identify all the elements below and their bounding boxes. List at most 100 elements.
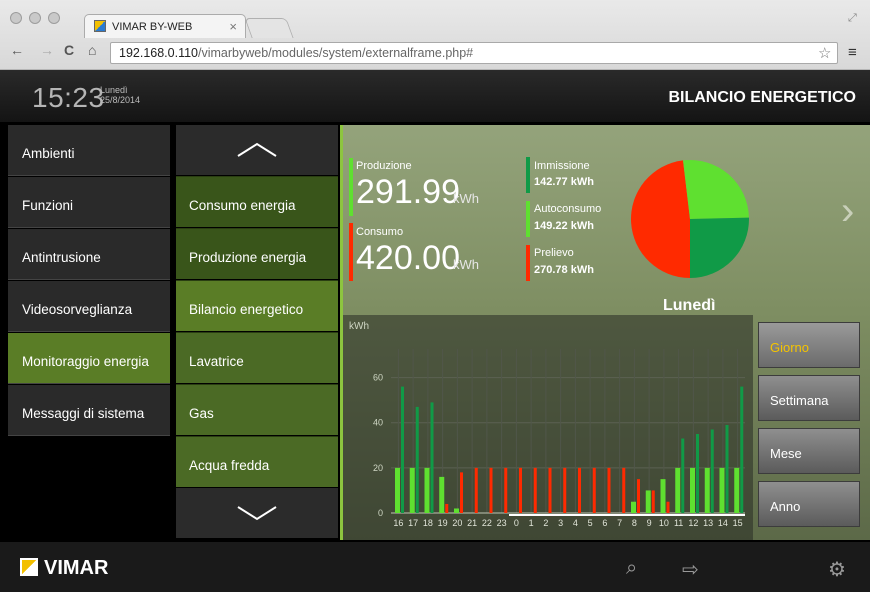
hourly-chart-area: kWh 0 20 40 60 16 17 18 19 20 21 22 23 0 1 2 3 4 5 6 7 8 9 10 11… <box>343 315 753 540</box>
menu-item-messaggi-di-sistema[interactable]: Messaggi di sistema <box>8 385 170 436</box>
period-button-anno[interactable]: Anno <box>758 481 860 527</box>
bar-autoconsumo <box>704 467 710 513</box>
immissione-label: Immissione <box>534 160 590 172</box>
bar-autoconsumo <box>645 490 651 513</box>
x-tick-label: 16 <box>393 518 403 528</box>
submenu-item-gas[interactable]: Gas <box>176 384 338 435</box>
bar-prelievo <box>445 503 449 513</box>
bar-autoconsumo <box>734 467 740 513</box>
zoom-window-button[interactable] <box>48 12 60 24</box>
submenu-item-acqua-fredda[interactable]: Acqua fredda <box>176 436 338 487</box>
menu-item-videosorveglianza[interactable]: Videosorveglianza <box>8 281 170 332</box>
bar-prelievo <box>519 467 522 513</box>
x-tick-label: 9 <box>647 518 652 528</box>
x-tick-label: 8 <box>632 518 637 528</box>
x-tick-label: 14 <box>718 518 728 528</box>
x-tick-label: 18 <box>423 518 433 528</box>
pie-slice-autoconsumo <box>683 160 749 219</box>
consumo-bar <box>349 223 353 281</box>
chevron-down-icon <box>237 506 277 521</box>
x-tick-label: 6 <box>602 518 607 528</box>
bar-autoconsumo <box>631 501 636 513</box>
hourly-bar-chart: kWh020406016 17 18 19 20 21 22 23 0 1 2 3 4 5 6 7 8 9 10 11… <box>349 321 745 528</box>
scroll-down-button[interactable] <box>176 488 338 538</box>
fullscreen-icon[interactable]: ⤢ <box>848 12 857 25</box>
close-tab-icon[interactable]: × <box>229 19 237 34</box>
export-icon[interactable]: ⇨ <box>682 557 699 582</box>
vimar-app: 15:23 Lunedì 25/8/2014 BILANCIO ENERGETI… <box>0 70 870 592</box>
x-tick-label: 12 <box>688 518 698 528</box>
vimar-logo-icon <box>20 558 38 576</box>
autoconsumo-bar <box>526 201 530 237</box>
bar-autoconsumo <box>675 467 681 513</box>
consumo-label: Consumo <box>356 226 404 238</box>
clock-time: 15:23 <box>32 82 105 113</box>
browser-menu-icon[interactable]: ≡ <box>848 44 857 61</box>
close-window-button[interactable] <box>10 12 22 24</box>
new-tab-button[interactable] <box>244 18 294 38</box>
y-tick-label: 0 <box>378 508 383 518</box>
bar-immissione <box>696 434 699 513</box>
produzione-bar <box>349 158 353 216</box>
submenu-item-lavatrice[interactable]: Lavatrice <box>176 332 338 383</box>
chevron-up-icon <box>237 142 277 157</box>
menu-item-monitoraggio-energia[interactable]: Monitoraggio energia <box>8 333 170 384</box>
pie-slice-prelievo <box>631 160 690 278</box>
page-title: BILANCIO ENERGETICO <box>668 89 856 106</box>
period-button-settimana[interactable]: Settimana <box>758 375 860 421</box>
browser-tab[interactable]: VIMAR BY-WEB × <box>84 14 246 38</box>
autoconsumo-label: Autoconsumo <box>534 203 602 215</box>
address-bar[interactable]: 192.168.0.110/vimarbyweb/modules/system/… <box>110 42 838 64</box>
bar-prelievo <box>578 467 581 513</box>
x-tick-label: 11 <box>674 518 683 528</box>
clock-date: Lunedì 25/8/2014 <box>100 85 140 105</box>
minimize-window-button[interactable] <box>29 12 41 24</box>
consumo-value: 420.00 <box>356 239 460 277</box>
menu-item-antintrusione[interactable]: Antintrusione <box>8 229 170 280</box>
bar-prelievo <box>637 479 640 513</box>
x-tick-label: 3 <box>558 518 563 528</box>
x-tick-label: 0 <box>514 518 519 528</box>
period-button-giorno[interactable]: Giorno <box>758 322 860 368</box>
bar-autoconsumo <box>409 467 415 513</box>
period-button-mese[interactable]: Mese <box>758 428 860 474</box>
menu-item-funzioni[interactable]: Funzioni <box>8 177 170 228</box>
submenu-item-consumo-energia[interactable]: Consumo energia <box>176 176 338 227</box>
current-day-marker <box>509 514 745 516</box>
submenu-item-bilancio-energetico[interactable]: Bilancio energetico <box>176 280 338 331</box>
main-menu: Ambienti Funzioni Antintrusione Videosor… <box>8 125 170 540</box>
consumo-unit: kWh <box>453 257 479 272</box>
bar-prelievo <box>651 490 655 513</box>
prelievo-label: Prelievo <box>534 247 574 259</box>
bar-immissione <box>740 386 744 513</box>
bar-autoconsumo <box>719 467 725 513</box>
y-tick-label: 60 <box>373 373 383 383</box>
immissione-bar <box>526 157 530 193</box>
bar-immissione <box>430 402 434 513</box>
bar-immissione <box>681 438 685 513</box>
settings-gear-icon[interactable]: ⚙ <box>828 557 846 582</box>
x-tick-label: 2 <box>543 518 548 528</box>
bar-immissione <box>710 429 714 513</box>
vimar-logo: VIMAR <box>20 557 108 580</box>
forward-icon[interactable]: → <box>40 42 54 58</box>
bar-prelievo <box>460 472 463 513</box>
scroll-up-button[interactable] <box>176 125 338 175</box>
x-tick-label: 13 <box>703 518 713 528</box>
search-list-icon[interactable]: ⌕ <box>626 557 637 580</box>
browser-chrome: VIMAR BY-WEB × ⤢ ← → C ⌂ 192.168.0.110/v… <box>0 0 870 70</box>
menu-item-ambienti[interactable]: Ambienti <box>8 125 170 176</box>
bar-immissione <box>725 424 729 513</box>
sub-menu: Consumo energia Produzione energia Bilan… <box>176 125 338 540</box>
submenu-item-produzione-energia[interactable]: Produzione energia <box>176 228 338 279</box>
bar-prelievo <box>622 467 626 513</box>
back-icon[interactable]: ← <box>10 42 24 58</box>
next-page-arrow-icon[interactable]: › <box>841 189 854 234</box>
x-tick-label: 23 <box>497 518 507 528</box>
reload-icon[interactable]: C <box>64 42 74 58</box>
x-tick-label: 10 <box>659 518 669 528</box>
bookmark-star-icon[interactable]: ☆ <box>818 44 831 62</box>
date: 25/8/2014 <box>100 95 141 105</box>
bar-prelievo <box>548 467 552 513</box>
home-icon[interactable]: ⌂ <box>88 42 96 58</box>
